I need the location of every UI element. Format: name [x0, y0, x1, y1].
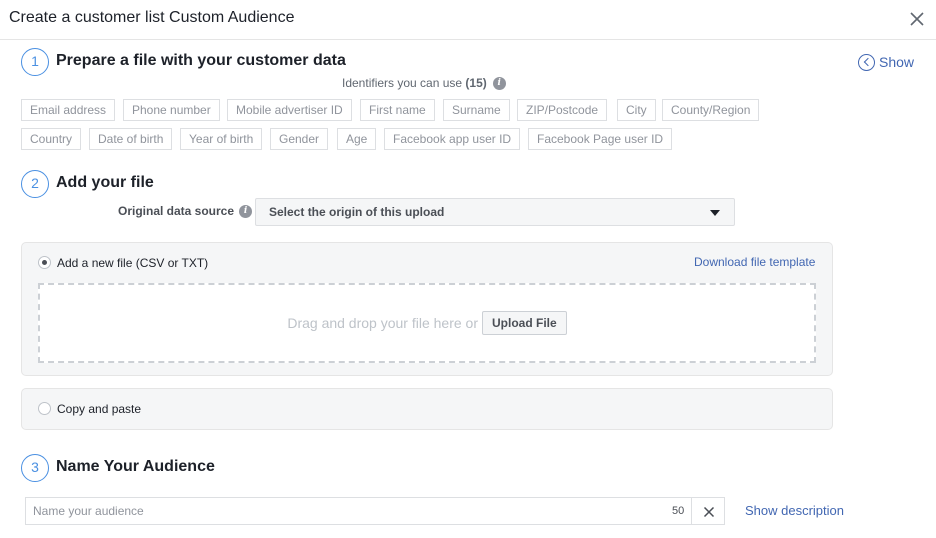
- identifier-chip: Mobile advertiser ID: [227, 99, 352, 121]
- clear-name-button[interactable]: [691, 497, 725, 525]
- identifier-chip: City: [617, 99, 656, 121]
- dropzone-hint: Drag and drop your file here or: [287, 315, 478, 331]
- data-source-label: Original data source i: [118, 204, 253, 218]
- identifier-chip: Gender: [270, 128, 329, 150]
- copy-paste-panel: [21, 388, 833, 430]
- identifier-chip: Country: [21, 128, 82, 150]
- step-title-prepare-file: Prepare a file with your customer data: [56, 52, 346, 69]
- identifiers-count: (15): [465, 76, 487, 90]
- info-icon[interactable]: i: [492, 76, 506, 90]
- step-number-3: 3: [21, 454, 49, 482]
- file-dropzone[interactable]: Drag and drop your file here or Upload F…: [38, 283, 816, 363]
- data-source-select[interactable]: Select the origin of this upload: [255, 198, 735, 226]
- dialog-title: Create a customer list Custom Audience: [9, 9, 295, 26]
- show-button[interactable]: Show: [858, 52, 914, 72]
- identifier-chip: Phone number: [123, 99, 220, 121]
- identifier-chip: Surname: [443, 99, 510, 121]
- step-number-2: 2: [21, 170, 49, 198]
- upload-file-button[interactable]: Upload File: [482, 311, 567, 335]
- identifier-chip: Facebook app user ID: [384, 128, 521, 150]
- audience-name-input[interactable]: [25, 497, 692, 525]
- identifiers-caption: Identifiers you can use (15) i: [342, 76, 506, 90]
- identifier-chip: Year of birth: [180, 128, 263, 150]
- step-title-name-audience: Name Your Audience: [56, 458, 215, 475]
- download-template-link[interactable]: Download file template: [694, 255, 815, 269]
- step-title-add-file: Add your file: [56, 174, 154, 191]
- step-number-1: 1: [21, 48, 49, 76]
- chevron-left-icon: [858, 53, 875, 71]
- data-source-label-text: Original data source: [118, 204, 235, 218]
- close-icon[interactable]: [907, 9, 927, 29]
- character-counter: 50: [672, 505, 685, 517]
- identifier-chip: County/Region: [662, 99, 760, 121]
- data-source-selected-value: Select the origin of this upload: [269, 205, 445, 219]
- identifier-chip: Facebook Page user ID: [528, 128, 673, 150]
- add-file-radio[interactable]: [38, 256, 51, 269]
- identifier-chip: First name: [360, 99, 435, 121]
- info-icon[interactable]: i: [239, 204, 253, 218]
- copy-paste-radio-label: Copy and paste: [57, 402, 142, 416]
- add-file-radio-label: Add a new file (CSV or TXT): [57, 256, 209, 270]
- identifier-chip: Date of birth: [89, 128, 173, 150]
- show-label: Show: [879, 54, 915, 70]
- show-description-link[interactable]: Show description: [745, 503, 844, 518]
- identifier-chip: ZIP/Postcode: [517, 99, 608, 121]
- identifier-chip: Email address: [21, 99, 116, 121]
- identifiers-caption-text: Identifiers you can use (15): [342, 76, 487, 90]
- dialog-header: Create a customer list Custom Audience: [0, 0, 936, 40]
- caret-down-icon: [710, 210, 720, 216]
- copy-paste-radio[interactable]: [38, 402, 51, 415]
- identifier-chip: Age: [337, 128, 377, 150]
- close-icon: [703, 506, 715, 518]
